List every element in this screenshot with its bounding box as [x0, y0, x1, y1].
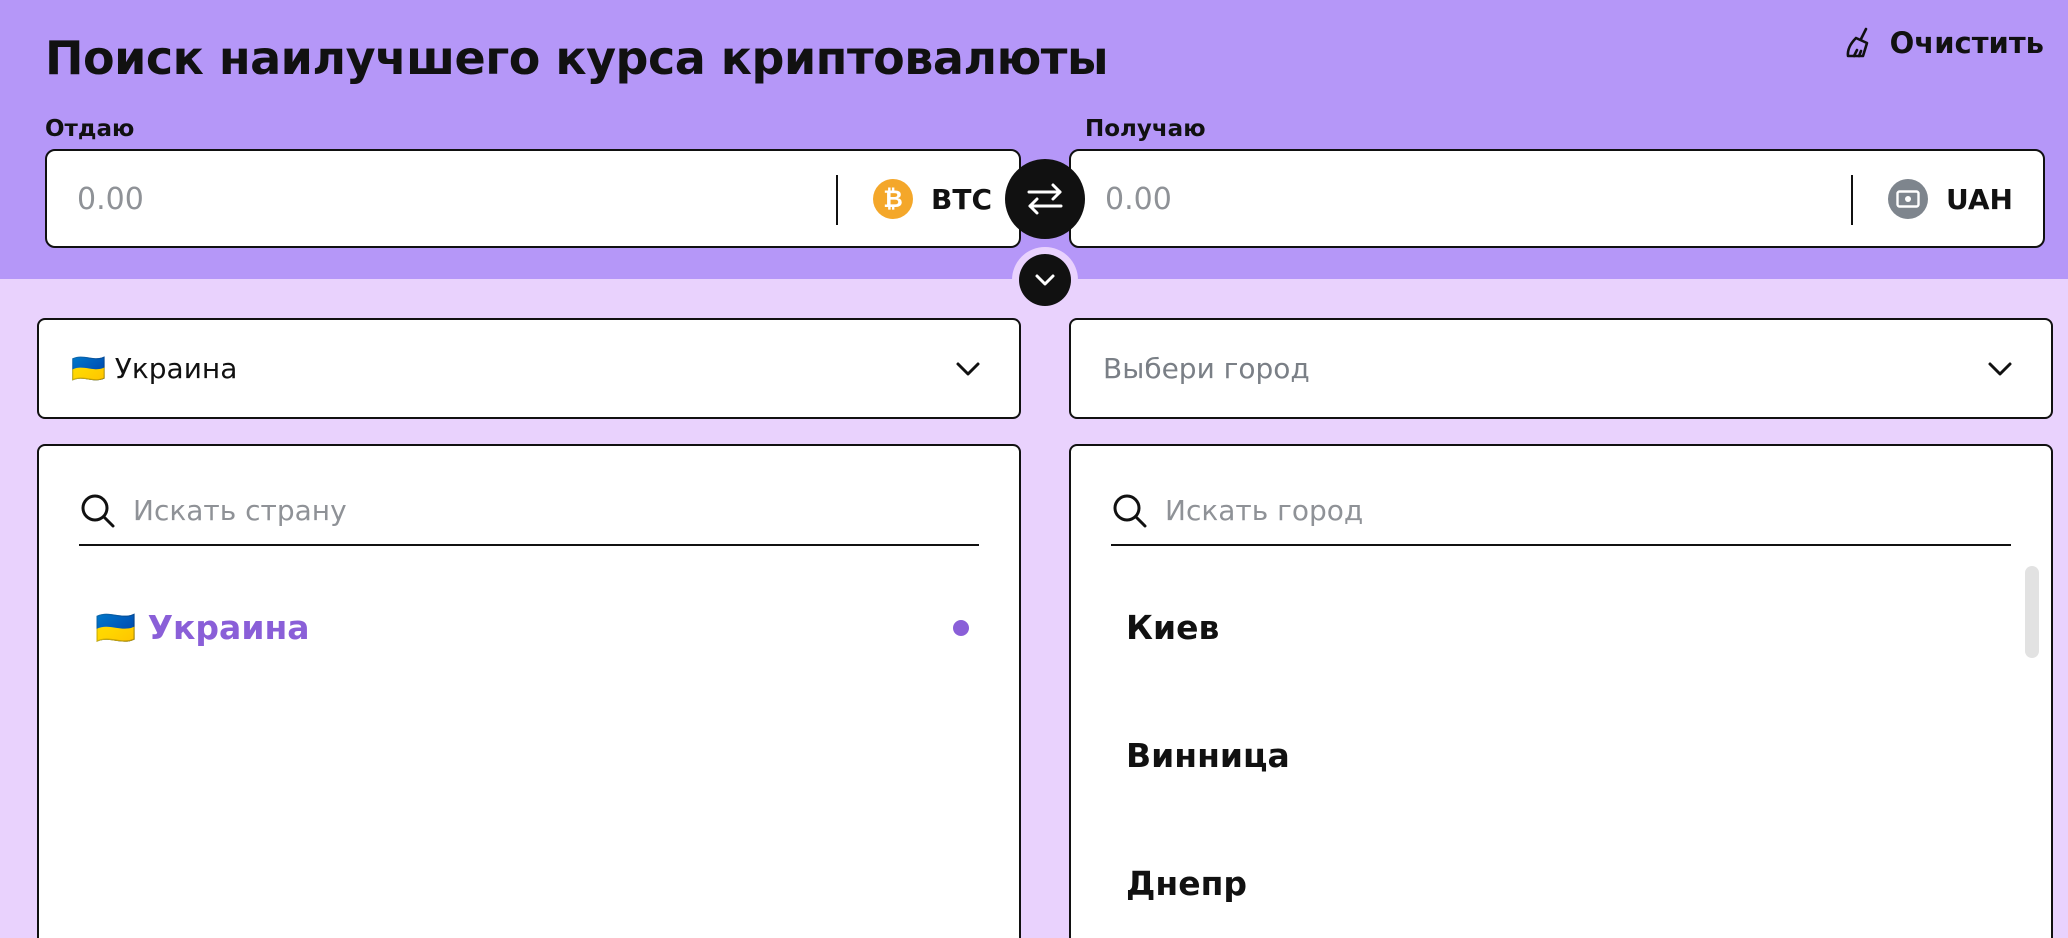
- country-search-input[interactable]: [133, 488, 953, 532]
- receive-amount-input[interactable]: [1105, 173, 1845, 225]
- city-list-scrollbar[interactable]: [2025, 566, 2039, 658]
- city-option[interactable]: Днепр: [1126, 864, 1247, 903]
- city-option[interactable]: Винница: [1126, 736, 1290, 775]
- country-list-panel: 🇺🇦 Украина: [37, 444, 1021, 938]
- country-option[interactable]: 🇺🇦 Украина: [95, 608, 310, 648]
- give-label: Отдаю: [45, 116, 135, 142]
- give-amount-box: ₿ BTC: [45, 149, 1021, 248]
- give-currency-selector[interactable]: ₿ BTC: [873, 179, 992, 219]
- city-search-input[interactable]: [1165, 488, 1985, 532]
- receive-divider: [1851, 175, 1853, 225]
- receive-amount-box: UAH: [1069, 149, 2045, 248]
- banknote-icon: [1888, 179, 1928, 219]
- header: Поиск наилучшего курса криптовалюты Очис…: [0, 0, 2068, 279]
- clear-button[interactable]: Очистить: [1844, 26, 2044, 60]
- clear-button-label: Очистить: [1889, 26, 2044, 60]
- city-search: [1111, 482, 2011, 546]
- chevron-down-icon: [1035, 274, 1055, 286]
- country-select-label: Украина: [114, 352, 238, 385]
- receive-label: Получаю: [1085, 116, 1206, 142]
- give-currency-code: BTC: [931, 182, 992, 216]
- country-search: [79, 482, 979, 546]
- receive-currency-code: UAH: [1946, 182, 2013, 216]
- country-select[interactable]: 🇺🇦 Украина: [37, 318, 1021, 419]
- city-option[interactable]: Киев: [1126, 608, 1219, 647]
- swap-currencies-button[interactable]: [1005, 159, 1085, 239]
- give-amount-input[interactable]: [77, 173, 817, 225]
- ukraine-flag-icon: 🇺🇦: [95, 608, 137, 647]
- chevron-down-icon: [956, 362, 980, 376]
- expand-filters-button[interactable]: [1019, 254, 1071, 306]
- country-option-label: Украина: [147, 608, 310, 647]
- broom-icon: [1846, 27, 1868, 58]
- country-select-value: 🇺🇦 Украина: [71, 352, 237, 385]
- city-select[interactable]: Выбери город: [1069, 318, 2053, 419]
- chevron-down-icon: [1988, 362, 2012, 376]
- swap-arrows-icon: [1027, 183, 1063, 215]
- city-select-placeholder: Выбери город: [1103, 352, 1310, 385]
- search-icon: [81, 494, 115, 528]
- city-list-panel: Киев Винница Днепр: [1069, 444, 2053, 938]
- ukraine-flag-icon: 🇺🇦: [71, 352, 106, 385]
- receive-currency-selector[interactable]: UAH: [1888, 179, 2013, 219]
- page-title: Поиск наилучшего курса криптовалюты: [45, 31, 1109, 85]
- give-divider: [836, 175, 838, 225]
- selected-indicator: [953, 620, 969, 636]
- search-icon: [1113, 494, 1147, 528]
- bitcoin-icon: ₿: [873, 179, 913, 219]
